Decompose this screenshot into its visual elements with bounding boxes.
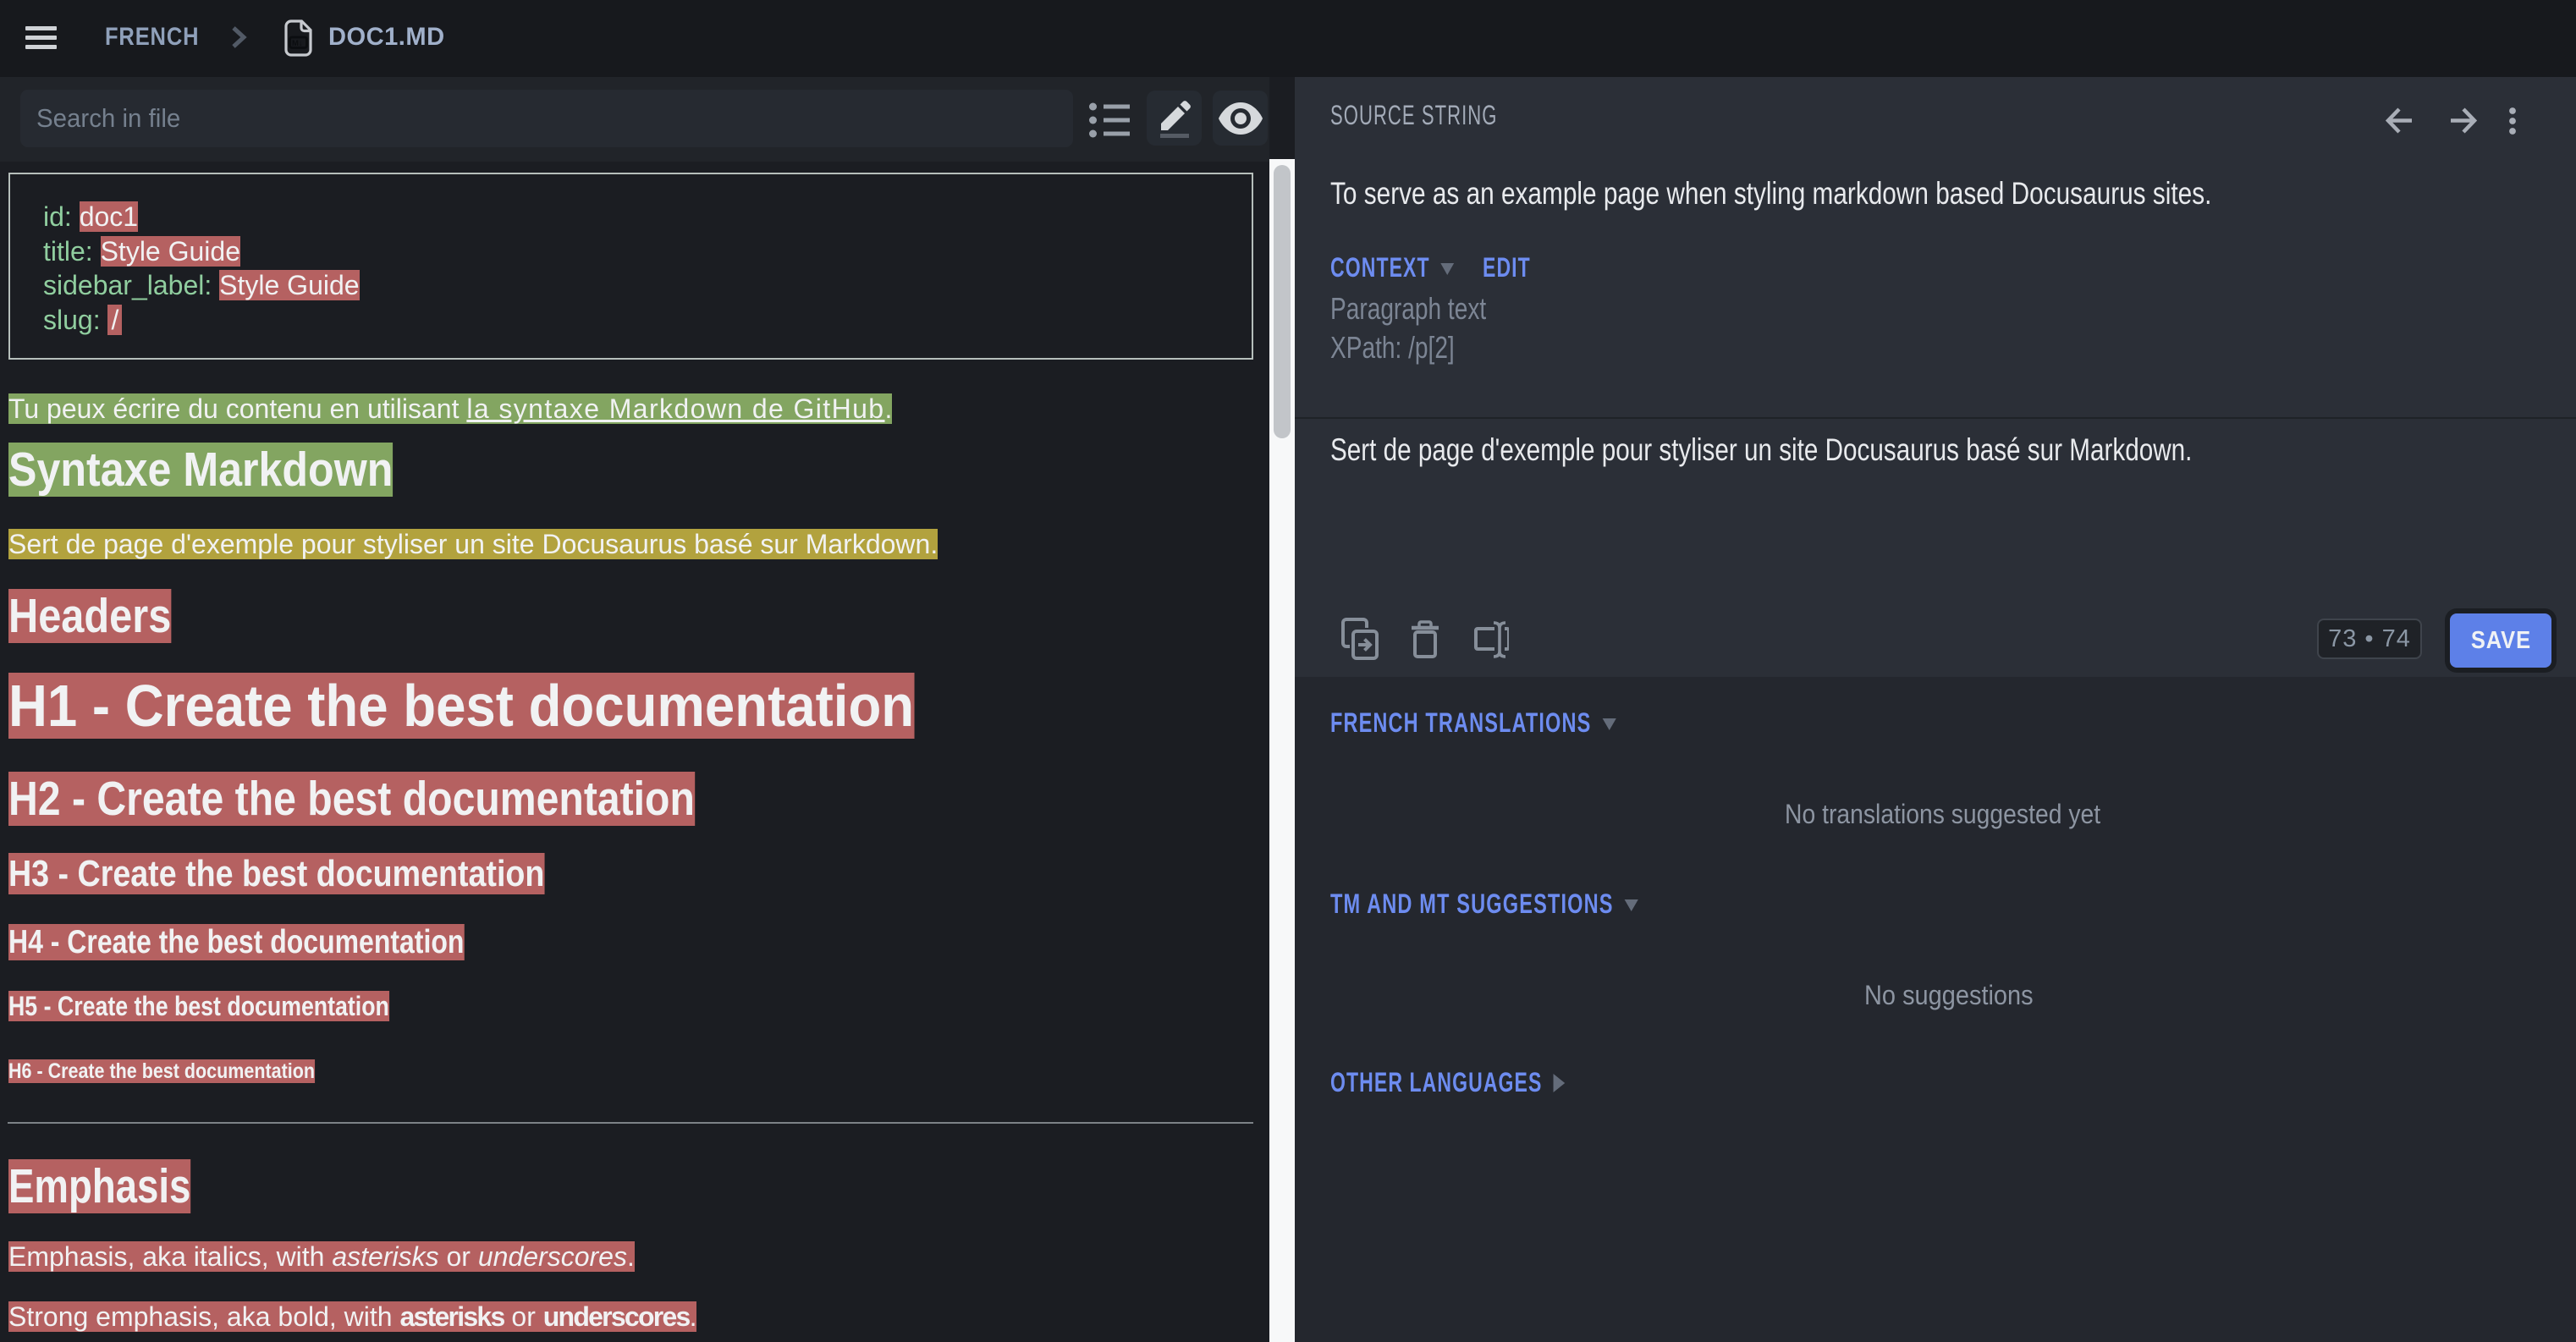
svg-text:M↓: M↓ [292,39,303,48]
